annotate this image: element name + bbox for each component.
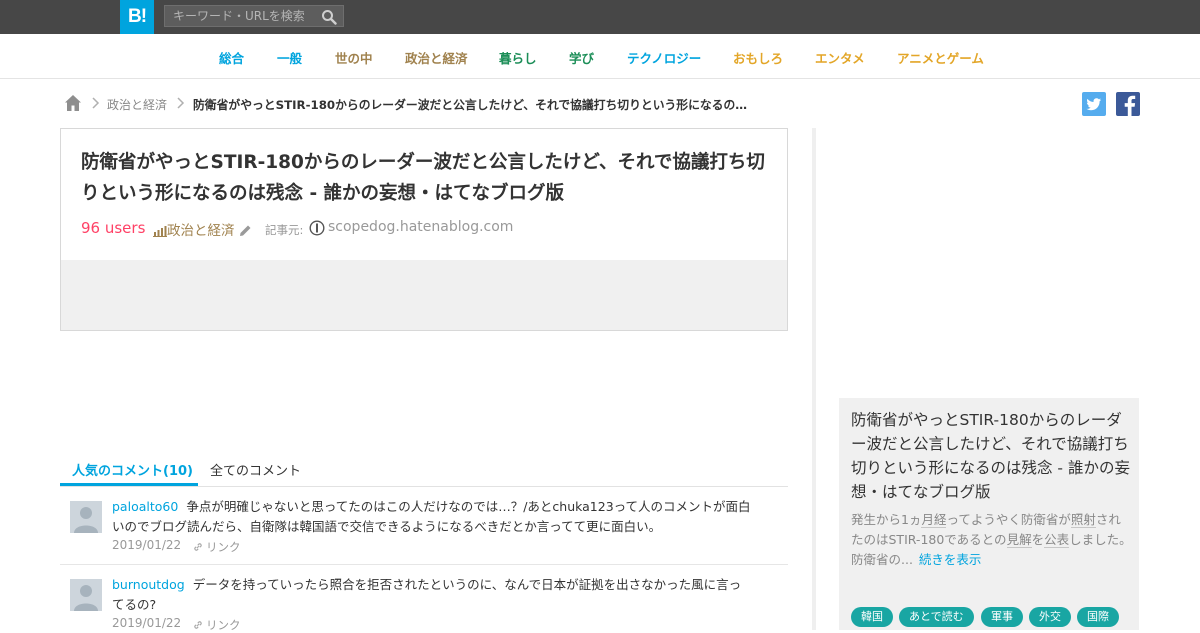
- active-tab-indicator: [60, 483, 198, 486]
- hatena-bookmark-logo[interactable]: B!: [120, 0, 154, 34]
- default-user-icon: [70, 501, 102, 533]
- default-user-icon: [70, 579, 102, 611]
- summary-keyword[interactable]: 月経: [921, 512, 947, 528]
- tag-chip[interactable]: 韓国: [851, 607, 893, 627]
- search-box: [164, 5, 344, 27]
- nav-category-seiji-keizai[interactable]: 政治と経済: [405, 48, 468, 67]
- summary-keyword[interactable]: 公表: [1044, 532, 1070, 548]
- facebook-icon: [1124, 95, 1136, 116]
- comment-item: burnoutdog データを持っていったら照合を拒否されたというのに、なんで日本…: [60, 565, 788, 633]
- comment-username[interactable]: burnoutdog: [112, 577, 185, 592]
- user-avatar[interactable]: [70, 501, 102, 533]
- hatena-blog-icon: [309, 220, 325, 236]
- tag-chip[interactable]: あとで読む: [899, 607, 974, 627]
- breadcrumb: 政治と経済 防衛省がやっとSTIR-180からのレーダー波だと公言したけど、それ…: [64, 94, 784, 114]
- comment-text: 争点が明確じゃないと思ってたのはこの人だけなのでは…？/あとchuka123って…: [112, 499, 751, 534]
- nav-category-manabi[interactable]: 学び: [569, 48, 594, 67]
- comment-date[interactable]: 2019/01/22: [112, 538, 181, 552]
- home-icon[interactable]: [64, 94, 82, 112]
- nav-category-technology[interactable]: テクノロジー: [627, 48, 701, 67]
- summary-keyword[interactable]: 見解: [1006, 532, 1032, 548]
- sidebar-entry-card: 防衛省がやっとSTIR-180からのレーダー波だと公言したけど、それで協議打ち切…: [839, 398, 1139, 630]
- tab-popular-comments[interactable]: 人気のコメント(10): [72, 460, 193, 479]
- sidebar-entry-title[interactable]: 防衛省がやっとSTIR-180からのレーダー波だと公言したけど、それで協議打ち切…: [851, 408, 1131, 504]
- nav-category-kurashi[interactable]: 暮らし: [499, 48, 537, 67]
- nav-category-yononaka[interactable]: 世の中: [335, 48, 373, 67]
- comment-link-label: リンク: [206, 540, 241, 554]
- nav-category-omoshiro[interactable]: おもしろ: [733, 48, 783, 67]
- show-more-link[interactable]: 続きを表示: [919, 552, 982, 567]
- pencil-icon[interactable]: [239, 224, 252, 237]
- entry-category-label: 政治と経済: [167, 223, 235, 239]
- breadcrumb-category[interactable]: 政治と経済: [107, 96, 167, 113]
- twitter-share-button[interactable]: [1082, 92, 1106, 116]
- comment-item: paloalto60 争点が明確じゃないと思ってたのはこの人だけなのでは…？/あと…: [60, 487, 788, 564]
- sidebar-tags: 韓国 あとで読む 軍事 外交 国際: [851, 607, 1141, 627]
- link-icon: [194, 621, 202, 629]
- user-avatar[interactable]: [70, 579, 102, 611]
- summary-text: 発生から1ヵ: [851, 512, 922, 527]
- facebook-share-button[interactable]: [1116, 92, 1140, 116]
- summary-keyword[interactable]: 照射: [1070, 512, 1096, 528]
- comment-link[interactable]: リンク: [192, 539, 241, 555]
- category-nav: 総合 一般 世の中 政治と経済 暮らし 学び テクノロジー おもしろ エンタメ …: [0, 34, 1200, 79]
- nav-category-ippan[interactable]: 一般: [277, 48, 302, 67]
- entry-box: 防衛省がやっとSTIR-180からのレーダー波だと公言したけど、それで協議打ち切…: [60, 128, 788, 331]
- comment-tabs: 人気のコメント(10) 全てのコメント: [60, 452, 788, 487]
- nav-category-sougou[interactable]: 総合: [219, 48, 244, 67]
- tab-all-comments[interactable]: 全てのコメント: [210, 460, 301, 479]
- entry-meta: 96 users 政治と経済 記事元: scopedog.hatenablog.…: [81, 219, 771, 241]
- twitter-icon: [1086, 98, 1101, 111]
- summary-text: ってようやく防衛省が: [946, 512, 1071, 527]
- chevron-right-icon: [92, 97, 100, 109]
- search-icon[interactable]: [321, 9, 337, 25]
- comment-link[interactable]: リンク: [192, 617, 241, 633]
- source-label: 記事元:: [265, 223, 304, 237]
- tag-chip[interactable]: 外交: [1029, 607, 1071, 627]
- link-icon: [194, 543, 202, 551]
- bookmark-users-count[interactable]: 96 users: [81, 219, 145, 237]
- comment-body: burnoutdog データを持っていったら照合を拒否されたというのに、なんで日本…: [112, 575, 752, 615]
- nav-category-anime-game[interactable]: アニメとゲーム: [897, 48, 984, 67]
- source-domain-link[interactable]: scopedog.hatenablog.com: [328, 219, 513, 235]
- chevron-right-icon: [177, 97, 185, 109]
- sidebar-entry-summary: 発生から1ヵ月経ってようやく防衛省が照射されたのはSTIR-180であるとの見解…: [851, 510, 1133, 570]
- search-input[interactable]: [165, 6, 323, 26]
- comment-body: paloalto60 争点が明確じゃないと思ってたのはこの人だけなのでは…？/あと…: [112, 497, 752, 537]
- tag-chip[interactable]: 軍事: [981, 607, 1023, 627]
- column-divider: [812, 128, 816, 630]
- entry-preview-area: [61, 260, 787, 330]
- nav-category-entame[interactable]: エンタメ: [815, 48, 865, 67]
- entry-title[interactable]: 防衛省がやっとSTIR-180からのレーダー波だと公言したけど、それで協議打ち切…: [81, 147, 771, 209]
- breadcrumb-title: 防衛省がやっとSTIR-180からのレーダー波だと公言したけど、それで協議打ち切…: [193, 98, 748, 112]
- chart-icon: [153, 226, 167, 237]
- summary-text: を: [1031, 532, 1045, 547]
- tag-chip[interactable]: 国際: [1077, 607, 1119, 627]
- comment-text: データを持っていったら照合を拒否されたというのに、なんで日本が証拠を出さなかった…: [112, 577, 742, 612]
- entry-category[interactable]: 政治と経済: [153, 219, 252, 239]
- top-bar: B!: [0, 0, 1200, 34]
- comment-date[interactable]: 2019/01/22: [112, 616, 181, 630]
- comment-username[interactable]: paloalto60: [112, 499, 178, 514]
